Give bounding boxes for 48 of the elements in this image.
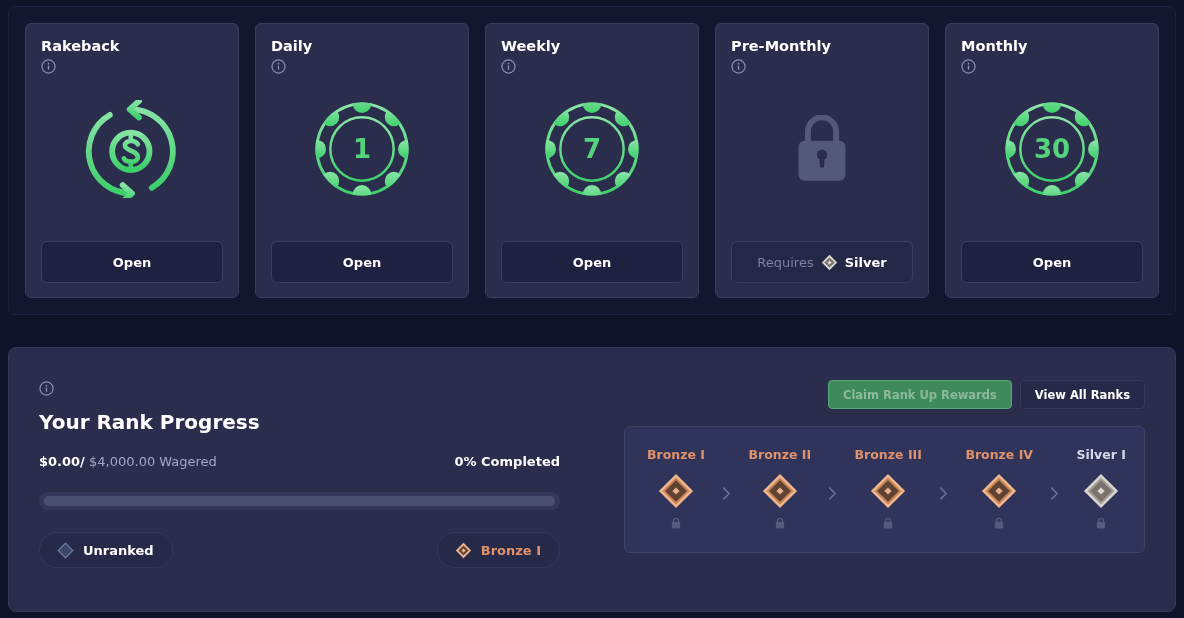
info-icon[interactable] [731, 59, 746, 74]
rank-progress-title: Your Rank Progress [39, 409, 260, 435]
card-title: Weekly [501, 37, 561, 55]
rank-diamond-icon [761, 473, 798, 509]
poker-chip-icon [544, 100, 640, 197]
rank-name: Silver I [1076, 447, 1126, 463]
rank-diamond-icon [454, 541, 472, 559]
card-title: Pre-Monthly [731, 37, 832, 55]
rank-diamond-icon [1083, 473, 1120, 509]
open-button[interactable]: Open [501, 241, 683, 283]
chevron-right-icon [828, 486, 838, 501]
rank-name: Bronze IV [965, 447, 1033, 463]
poker-chip-icon [314, 100, 410, 197]
rank-name: Bronze I [647, 447, 705, 463]
poker-chip-icon [1004, 100, 1100, 197]
info-icon[interactable] [39, 381, 54, 396]
completion-percent: 0% Completed [454, 454, 560, 470]
rank-diamond-icon [981, 473, 1018, 509]
info-icon[interactable] [961, 59, 976, 74]
open-button[interactable]: Open [271, 241, 453, 283]
chevron-right-icon [1050, 486, 1060, 501]
chip-number: 30 [1033, 135, 1071, 162]
chevron-right-icon [939, 486, 949, 501]
open-button[interactable]: Open [961, 241, 1143, 283]
rank-name: Bronze II [748, 447, 812, 463]
card-title: Rakeback [41, 37, 120, 55]
card-title: Monthly [961, 37, 1028, 55]
rank-diamond-icon [57, 541, 74, 559]
open-button[interactable]: Open [41, 241, 223, 283]
requirement-button[interactable]: Requires Silver [731, 241, 913, 283]
chevron-right-icon [722, 486, 732, 501]
view-ranks-button[interactable]: View All Ranks [1019, 380, 1145, 409]
chip-number: 7 [582, 135, 602, 162]
requirement-label: Requires [757, 254, 814, 270]
rank-name: Unranked [83, 542, 154, 558]
wagered-amount: $0.00/ $4,000.00 Wagered [39, 454, 217, 470]
info-icon[interactable] [271, 59, 286, 74]
card-title: Daily [271, 37, 313, 55]
rank-diamond-icon [657, 473, 694, 509]
rank-name: Bronze III [854, 447, 922, 463]
required-rank: Silver [844, 254, 887, 270]
rank-name: Bronze I [480, 542, 541, 558]
rank-diamond-icon [820, 253, 838, 271]
chip-number: 1 [352, 135, 372, 162]
padlock-icon [796, 114, 848, 183]
info-icon[interactable] [501, 59, 516, 74]
info-icon[interactable] [41, 59, 56, 74]
rank-diamond-icon [870, 473, 907, 509]
